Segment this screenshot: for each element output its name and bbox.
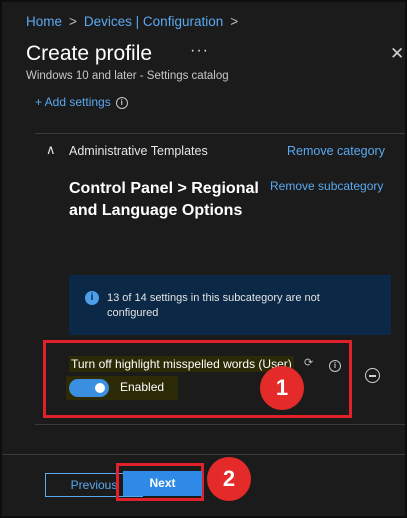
section-divider [35, 133, 405, 134]
configuration-panel: Home > Devices | Configuration > Create pro… [0, 0, 407, 518]
info-icon[interactable]: i [115, 97, 128, 109]
section-divider [35, 424, 405, 425]
add-settings-label: + Add settings [35, 95, 111, 109]
chevron-up-icon[interactable]: ∧ [46, 142, 56, 158]
annotation-badge-2: 2 [207, 457, 251, 501]
setting-label-text: Turn off highlight misspelled words (Use… [71, 357, 292, 371]
setting-label: Turn off highlight misspelled words (Use… [69, 356, 294, 372]
subcategory-title: Control Panel > Regional and Language Op… [69, 180, 259, 219]
info-icon: i [85, 291, 99, 305]
toggle-value: Enabled [120, 380, 165, 394]
page-title: Create profile [26, 42, 153, 65]
more-options-icon[interactable]: ··· [190, 42, 209, 60]
category-title: Administrative Templates [69, 144, 208, 158]
setting-info-icon[interactable]: i [329, 356, 341, 374]
footer-divider [2, 454, 405, 455]
next-button[interactable]: Next [123, 471, 202, 496]
sync-icon: ⟳ [304, 357, 314, 369]
breadcrumb: Home > Devices | Configuration > [26, 14, 245, 29]
setting-toggle-row: Enabled [66, 376, 178, 400]
breadcrumb-home-link[interactable]: Home [26, 14, 62, 29]
annotation-badge-1: 1 [260, 366, 304, 410]
toggle-knob [95, 383, 105, 393]
info-banner-text: 13 of 14 settings in this subcategory ar… [107, 292, 320, 319]
remove-setting-icon[interactable] [365, 368, 380, 383]
breadcrumb-separator: > [69, 14, 77, 29]
enabled-toggle[interactable] [69, 379, 109, 397]
info-banner: i 13 of 14 settings in this subcategory … [69, 275, 391, 335]
breadcrumb-devices-link[interactable]: Devices | Configuration [84, 14, 223, 29]
remove-subcategory-link[interactable]: Remove subcategory [270, 179, 383, 193]
add-settings-link[interactable]: + Add settings i [35, 95, 128, 109]
close-icon[interactable]: ✕ [390, 44, 404, 64]
info-icon: i [329, 360, 341, 372]
breadcrumb-separator-end: > [230, 14, 239, 29]
page-subtitle: Windows 10 and later - Settings catalog [26, 70, 229, 82]
remove-category-link[interactable]: Remove category [287, 144, 385, 158]
